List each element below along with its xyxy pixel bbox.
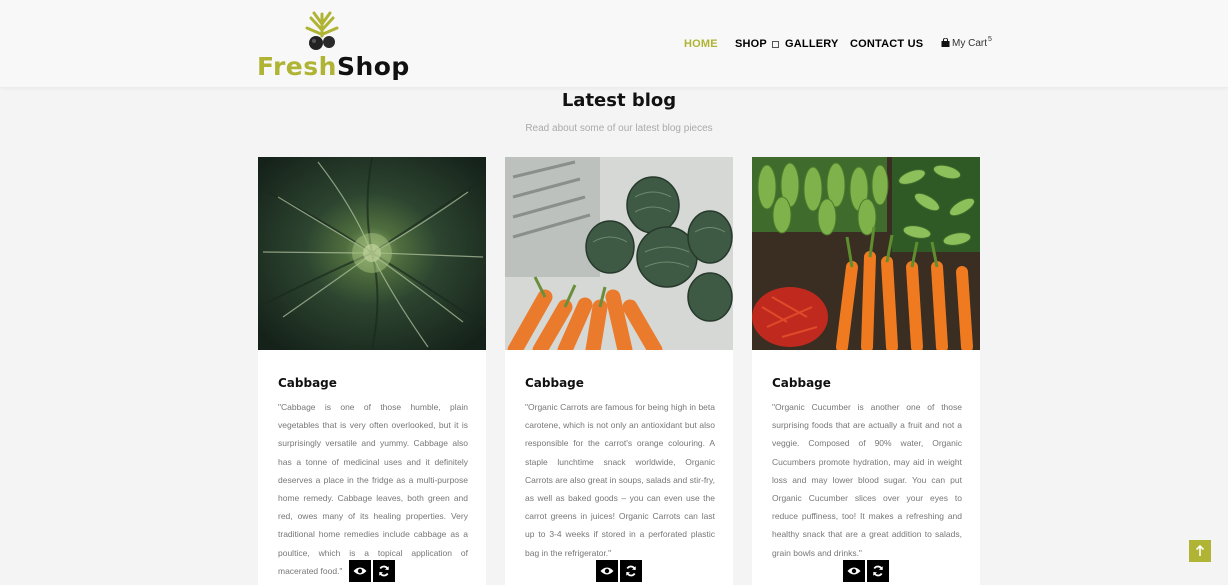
back-to-top-button[interactable] [1189, 540, 1211, 562]
card-title[interactable]: Cabbage [525, 376, 584, 390]
card-excerpt: "Organic Carrots are famous for being hi… [525, 402, 715, 558]
view-button[interactable] [349, 560, 371, 582]
section-title: Latest blog [561, 90, 677, 111]
sync-icon [626, 565, 636, 577]
eye-icon [847, 567, 861, 575]
cart-label: My Cart [952, 38, 987, 49]
card-excerpt: "Organic Cucumber is another one of thos… [772, 402, 962, 558]
sync-button[interactable] [620, 560, 642, 582]
nav-home[interactable]: HOME [684, 38, 718, 50]
logo-text: FreshShop [257, 52, 410, 81]
cart-count: 5 [988, 36, 992, 43]
eye-icon [600, 567, 614, 575]
my-cart[interactable]: My Cart5 [941, 36, 992, 49]
card-actions [843, 560, 889, 582]
section-subtitle: Read about some of our latest blog piece… [525, 123, 713, 134]
sync-button[interactable] [867, 560, 889, 582]
blog-card: Cabbage "Organic Carrots are famous for … [505, 157, 733, 585]
nav-contact-us[interactable]: CONTACT US [850, 38, 923, 50]
card-title[interactable]: Cabbage [772, 376, 831, 390]
view-button[interactable] [596, 560, 618, 582]
blog-card: Cabbage "Cabbage is one of those humble,… [258, 157, 486, 585]
card-actions [596, 560, 642, 582]
arrow-up-icon [1195, 545, 1205, 556]
view-button[interactable] [843, 560, 865, 582]
card-excerpt: "Cabbage is one of those humble, plain v… [278, 402, 468, 576]
nav-shop-label: SHOP [735, 38, 767, 50]
card-actions [349, 560, 395, 582]
sync-icon [873, 565, 883, 577]
square-dropdown-icon [771, 40, 779, 48]
olive-branch-icon [305, 11, 339, 50]
nav-gallery[interactable]: GALLERY [785, 38, 839, 50]
site-header: FreshShop HOME SHOP GALLERY CONTACT US M… [0, 0, 1228, 88]
artichoke-carrots-photo[interactable] [505, 157, 733, 350]
sync-icon [379, 565, 389, 577]
shopping-bag-icon [941, 38, 950, 47]
logo-fresh: Fresh [257, 52, 337, 81]
cabbage-photo[interactable] [258, 157, 486, 350]
blog-card: Cabbage "Organic Cucumber is another one… [752, 157, 980, 585]
card-title[interactable]: Cabbage [278, 376, 337, 390]
market-vegetables-photo[interactable] [752, 157, 980, 350]
logo-shop: Shop [336, 52, 410, 81]
eye-icon [353, 567, 367, 575]
logo[interactable]: FreshShop [257, 10, 409, 81]
nav-shop[interactable]: SHOP [735, 38, 779, 50]
sync-button[interactable] [373, 560, 395, 582]
